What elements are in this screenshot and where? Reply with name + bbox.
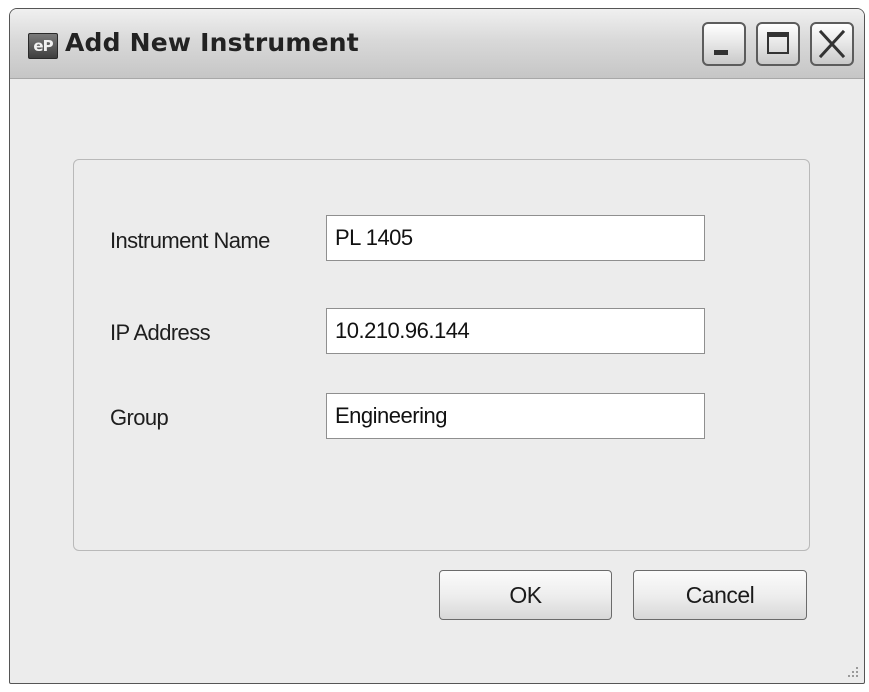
app-icon: eP [28, 33, 58, 59]
group-label: Group [110, 405, 169, 430]
close-button[interactable] [810, 22, 854, 66]
cancel-button[interactable]: Cancel [633, 570, 807, 620]
close-icon [818, 29, 846, 59]
maximize-icon [767, 32, 789, 54]
window-title: Add New Instrument [65, 28, 359, 57]
ip-address-input[interactable] [326, 308, 705, 354]
resize-grip-icon[interactable] [844, 663, 860, 679]
ok-button[interactable]: OK [439, 570, 612, 620]
group-input[interactable] [326, 393, 705, 439]
instrument-name-label: Instrument Name [110, 228, 270, 253]
ip-address-label: IP Address [110, 320, 211, 345]
minimize-button[interactable] [702, 22, 746, 66]
instrument-name-input[interactable] [326, 215, 705, 261]
title-bar[interactable]: eP Add New Instrument [10, 9, 864, 79]
dialog-window: eP Add New Instrument Instrument Name IP… [9, 8, 865, 684]
minimize-icon [714, 50, 728, 55]
maximize-button[interactable] [756, 22, 800, 66]
